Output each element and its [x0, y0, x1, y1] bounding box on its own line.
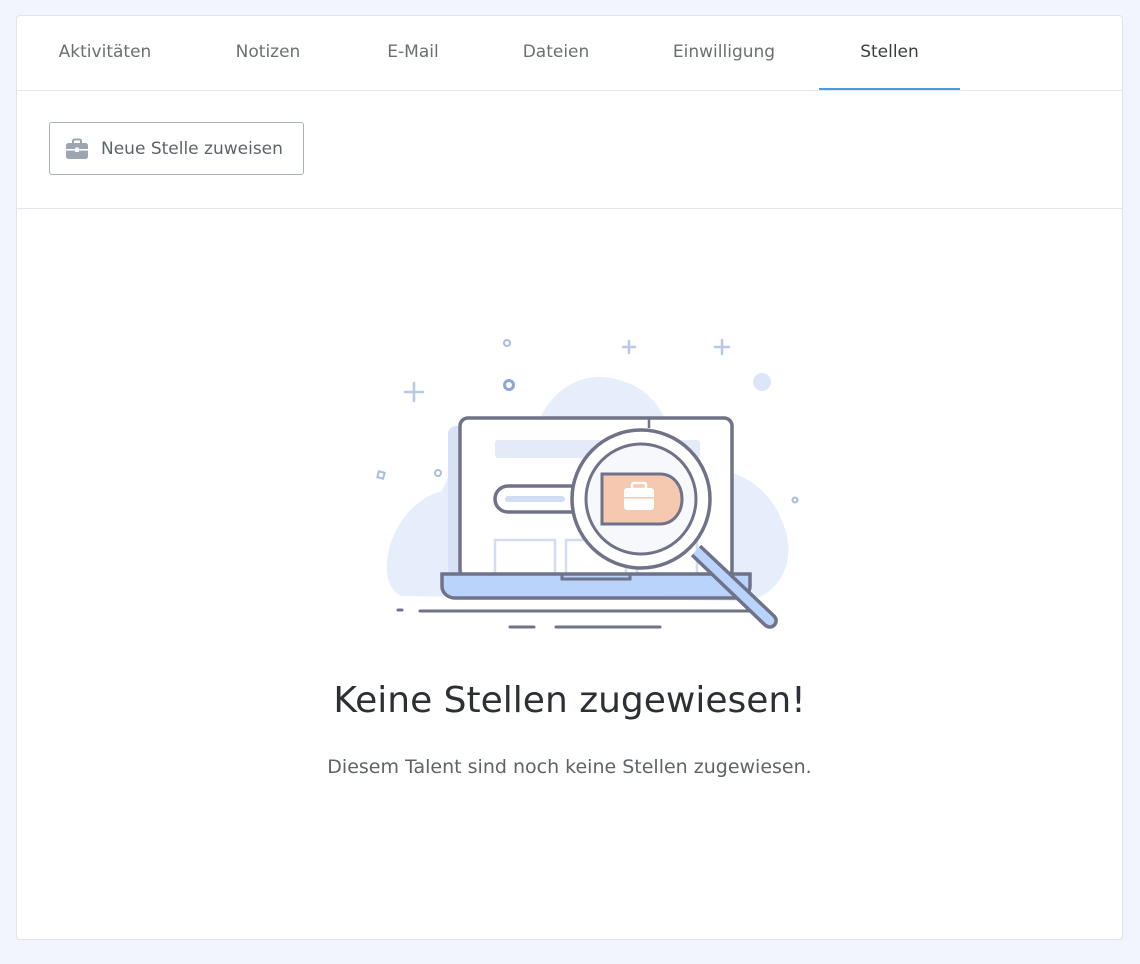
assign-job-button-label: Neue Stelle zuweisen: [101, 138, 283, 159]
assign-job-button[interactable]: Neue Stelle zuweisen: [49, 122, 304, 175]
tab-dateien[interactable]: Dateien: [502, 16, 610, 88]
tab-einwilligung[interactable]: Einwilligung: [650, 16, 798, 88]
empty-state-title: Keine Stellen zugewiesen!: [333, 680, 806, 721]
tab-notizen[interactable]: Notizen: [214, 16, 322, 88]
laptop-magnifier-briefcase-illustration: [376, 338, 799, 629]
tab-stellen[interactable]: Stellen: [819, 16, 960, 90]
content-card: Aktivitäten Notizen E-Mail Dateien Einwi…: [16, 15, 1123, 940]
empty-state-text: Diesem Talent sind noch keine Stellen zu…: [327, 756, 812, 778]
briefcase-icon: [65, 138, 89, 160]
tab-aktivitaeten[interactable]: Aktivitäten: [39, 16, 171, 88]
tab-email[interactable]: E-Mail: [362, 16, 464, 88]
toolbar: Neue Stelle zuweisen: [17, 91, 1122, 209]
tab-bar: Aktivitäten Notizen E-Mail Dateien Einwi…: [17, 16, 1122, 91]
